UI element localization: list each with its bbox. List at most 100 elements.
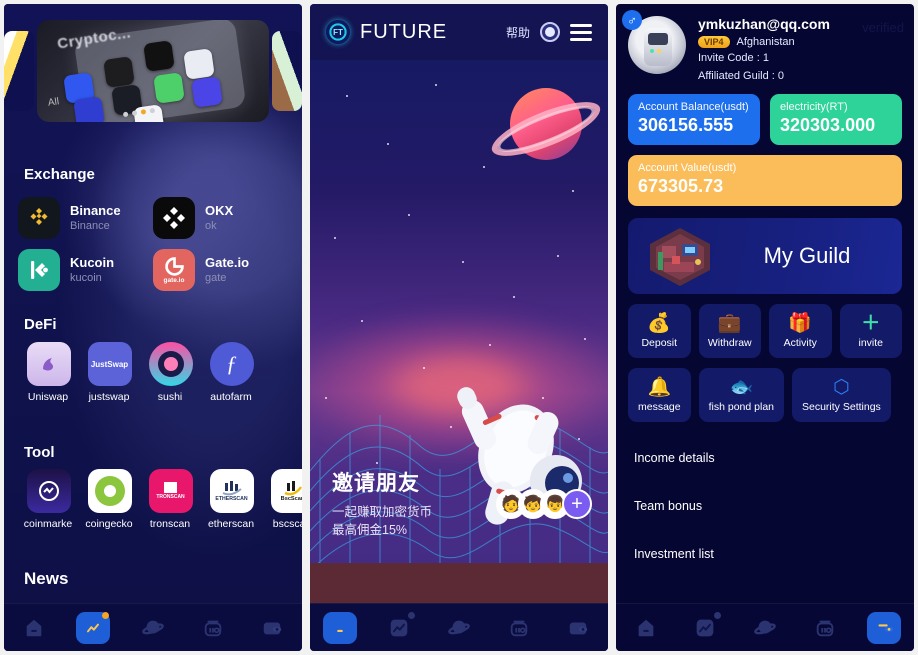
help-link[interactable]: 帮助 <box>506 24 530 41</box>
section-title-news: News <box>24 569 69 588</box>
electricity-card[interactable]: electricity(RT) 320303.000 <box>770 94 902 145</box>
my-guild-banner[interactable]: My Guild <box>628 218 902 294</box>
menu-item-team-bonus[interactable]: Team bonus <box>628 482 902 530</box>
carousel-photo-sublabel: All <box>47 95 60 109</box>
message-button[interactable]: 🔔 message <box>628 368 691 422</box>
menu-item-investment-list[interactable]: Investment list <box>628 530 902 578</box>
nav-home[interactable] <box>17 612 51 644</box>
shield-hex-icon: ⬡ <box>833 376 850 398</box>
profile-text: ymkuzhan@qq.com VIP4 Afghanistan Invite … <box>698 16 830 84</box>
nav-badge-dot <box>714 611 722 619</box>
app-label: coingecko <box>85 518 133 530</box>
nav-planet[interactable] <box>748 612 782 644</box>
nav-home[interactable] <box>629 612 663 644</box>
tile-label: message <box>638 400 681 413</box>
account-menu: Income details Team bonus Investment lis… <box>616 422 914 578</box>
invite-avatar-group[interactable]: 🧑 🧒 👦 + <box>496 489 592 519</box>
app-item-justswap[interactable]: JustSwap justswap <box>79 342 140 403</box>
app-item-sushi[interactable]: sushi <box>140 342 201 403</box>
exchange-name: Binance <box>70 202 121 218</box>
activity-button[interactable]: 🎁 Activity <box>769 304 832 358</box>
exchange-sub: gate <box>205 271 227 284</box>
app-item-autofarm[interactable]: ƒ autofarm <box>201 342 262 403</box>
bottom-nav-right[interactable] <box>616 603 914 651</box>
action-row-2: 🔔 message 🐟 fish pond plan ⬡ Security Se… <box>616 358 914 422</box>
coinmarketcap-icon <box>26 469 71 513</box>
carousel-active-slide[interactable]: Cryptoc... All <box>37 19 269 122</box>
security-settings-button[interactable]: ⬡ Security Settings <box>792 368 891 422</box>
withdraw-button[interactable]: 💼 Withdraw <box>698 304 761 358</box>
nav-token[interactable] <box>502 612 536 644</box>
binance-icon <box>18 197 60 239</box>
kucoin-icon <box>18 249 60 291</box>
app-item-tronscan[interactable]: TRONSCAN tronscan <box>140 469 201 530</box>
profile-email: ymkuzhan@qq.com <box>698 16 830 32</box>
nav-wallet[interactable] <box>867 611 902 644</box>
profile-header: ♂ ymkuzhan@qq.com VIP4 Afghanistan Invit… <box>616 4 914 94</box>
app-label: autofarm <box>210 391 252 403</box>
invite-subtitle-2: 最高佣金15% <box>332 523 408 537</box>
account-value-card[interactable]: Account Value(usdt) 673305.73 <box>628 155 902 206</box>
invite-title: 邀请朋友 <box>332 472 420 495</box>
sushi-icon <box>148 342 193 386</box>
coingecko-icon <box>87 469 132 513</box>
bottom-nav-middle[interactable] <box>310 603 608 651</box>
nav-token[interactable] <box>808 612 842 644</box>
exchange-item-binance[interactable]: Binance Binance <box>18 192 153 244</box>
tool-grid: coinmarke coingecko TRONSCAN tronscan ET… <box>18 469 302 530</box>
app-item-coingecko[interactable]: coingecko <box>79 469 140 530</box>
app-item-coinmarketcap[interactable]: coinmarke <box>18 469 79 530</box>
account-balance-card[interactable]: Account Balance(usdt) 306156.555 <box>628 94 760 145</box>
male-icon: ♂ <box>622 10 642 30</box>
exchange-text: OKX ok <box>205 203 233 234</box>
nav-badge-dot <box>102 611 110 619</box>
tile-label: Activity <box>783 336 817 349</box>
card-label: Account Value(usdt) <box>638 162 737 174</box>
invite-banner-text: 邀请朋友 一起赚取加密货币 最高佣金15% <box>332 467 432 539</box>
fish-pond-plan-button[interactable]: 🐟 fish pond plan <box>698 368 784 422</box>
exchange-sub: kucoin <box>70 271 102 284</box>
menu-item-income-details[interactable]: Income details <box>628 434 902 482</box>
carousel-next-slide[interactable] <box>272 30 302 111</box>
bottom-nav-left[interactable] <box>4 603 302 651</box>
nav-home[interactable] <box>322 611 357 644</box>
add-friend-button[interactable]: + <box>562 489 592 519</box>
sound-circle-icon[interactable] <box>540 22 560 42</box>
carousel-prev-slide[interactable] <box>4 30 34 111</box>
profile-country: Afghanistan <box>736 36 795 48</box>
promo-carousel[interactable]: Cryptoc... All <box>4 18 302 123</box>
invite-subtitle-1: 一起赚取加密货币 <box>332 505 433 519</box>
bell-icon: 🔔 <box>647 376 672 398</box>
nav-wallet[interactable] <box>255 612 289 644</box>
nav-token[interactable] <box>196 612 230 644</box>
app-item-etherscan[interactable]: ETHERSCAN etherscan <box>201 469 262 530</box>
tile-label: fish pond plan <box>708 400 774 413</box>
photo-app-icon-voyager <box>191 75 223 108</box>
nav-planet[interactable] <box>136 612 170 644</box>
saturn-planet-icon <box>485 88 607 167</box>
nav-planet[interactable] <box>442 612 476 644</box>
nav-market[interactable] <box>688 611 722 644</box>
section-title-tool: Tool <box>24 444 55 461</box>
plus-icon: ＋ <box>861 312 881 334</box>
exchange-item-gateio[interactable]: gate.io Gate.io gate <box>153 244 288 296</box>
app-item-uniswap[interactable]: Uniswap <box>18 342 79 403</box>
logo-text: FT <box>333 27 343 37</box>
vip-badge: VIP4 <box>698 36 730 48</box>
right-phone-panel: ♂ ymkuzhan@qq.com VIP4 Afghanistan Invit… <box>616 4 914 651</box>
hamburger-menu-icon[interactable] <box>570 23 592 41</box>
nav-market[interactable] <box>382 611 416 644</box>
money-bag-icon: 💰 <box>647 312 672 334</box>
exchange-sub: Binance <box>70 219 110 232</box>
nav-wallet[interactable] <box>561 612 595 644</box>
deposit-button[interactable]: 💰 Deposit <box>628 304 691 358</box>
app-item-bscscan[interactable]: BscScan bscscan <box>262 469 302 530</box>
nav-market[interactable] <box>76 611 111 644</box>
app-label: coinmarke <box>23 518 73 530</box>
tile-label: invite <box>858 336 883 349</box>
briefcase-icon: 💼 <box>717 312 742 334</box>
exchange-item-kucoin[interactable]: Kucoin kucoin <box>18 244 153 296</box>
photo-app-icon-uphold <box>153 71 185 104</box>
invite-button[interactable]: ＋ invite <box>839 304 902 358</box>
exchange-item-okx[interactable]: OKX ok <box>153 192 288 244</box>
